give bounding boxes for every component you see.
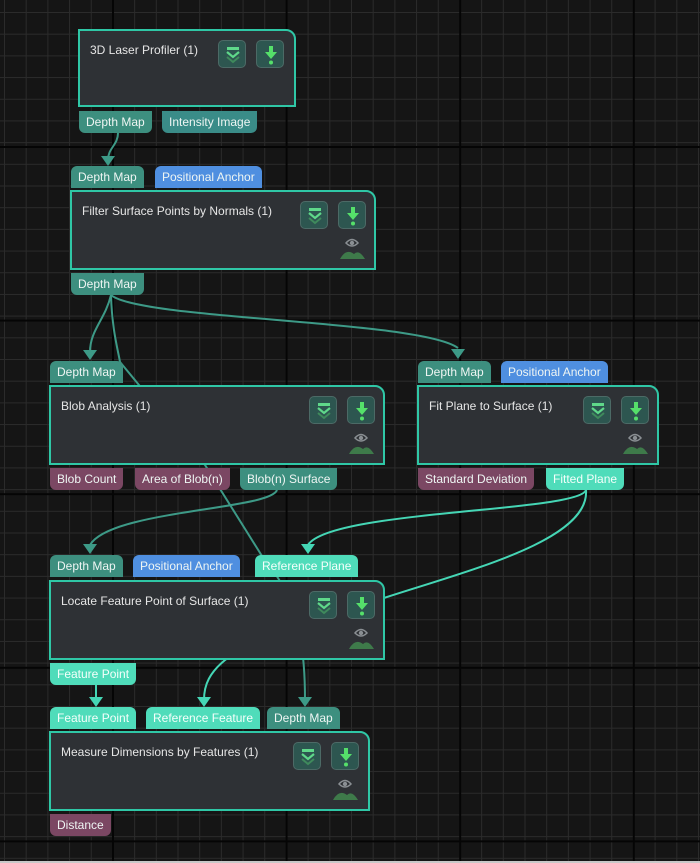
preview-toggle[interactable] (347, 427, 375, 455)
input-port-depth-map[interactable]: Depth Map (71, 166, 144, 188)
node-title: 3D Laser Profiler (1) (90, 43, 199, 57)
node-title: Locate Feature Point of Surface (1) (61, 594, 249, 608)
node-title: Fit Plane to Surface (1) (429, 399, 553, 413)
output-port-distance[interactable]: Distance (50, 814, 111, 836)
preview-toggle[interactable] (621, 427, 649, 455)
chevrons-down-icon (317, 598, 331, 615)
node-title: Blob Analysis (1) (61, 399, 151, 413)
output-port-intensity-image[interactable]: Intensity Image (162, 111, 258, 133)
run-button[interactable] (338, 201, 366, 229)
input-port-depth-map[interactable]: Depth Map (50, 361, 123, 383)
input-port-positional-anchor[interactable]: Positional Anchor (501, 361, 608, 383)
eye-image-preview-icon (349, 433, 374, 454)
node-title: Filter Surface Points by Normals (1) (82, 204, 273, 218)
run-button[interactable] (331, 742, 359, 770)
output-port-blob-count[interactable]: Blob Count (50, 468, 124, 490)
node-filter-surface-points[interactable]: Filter Surface Points by Normals (1) (70, 190, 376, 270)
run-button[interactable] (347, 396, 375, 424)
download-arrow-icon (340, 748, 352, 767)
collapse-button[interactable] (300, 201, 328, 229)
node-blob-analysis[interactable]: Blob Analysis (1) (49, 385, 385, 465)
input-port-depth-map[interactable]: Depth Map (418, 361, 491, 383)
chevrons-down-icon (226, 47, 240, 64)
run-button[interactable] (621, 396, 649, 424)
input-port-depth-map[interactable]: Depth Map (267, 707, 340, 729)
collapse-button[interactable] (218, 40, 246, 68)
node-measure-dimensions[interactable]: Measure Dimensions by Features (1) (49, 731, 370, 811)
input-port-positional-anchor[interactable]: Positional Anchor (133, 555, 240, 577)
output-port-area-of-blob[interactable]: Area of Blob(n) (135, 468, 230, 490)
download-arrow-icon (630, 402, 642, 421)
run-button[interactable] (256, 40, 284, 68)
chevrons-down-icon (301, 749, 315, 766)
eye-image-preview-icon (340, 238, 365, 259)
download-arrow-icon (347, 207, 359, 226)
node-locate-feature-point[interactable]: Locate Feature Point of Surface (1) (49, 580, 385, 660)
input-port-reference-plane[interactable]: Reference Plane (255, 555, 359, 577)
output-port-standard-deviation[interactable]: Standard Deviation (418, 468, 535, 490)
output-port-fitted-plane[interactable]: Fitted Plane (546, 468, 625, 490)
chevrons-down-icon (591, 403, 605, 420)
preview-toggle[interactable] (331, 773, 359, 801)
eye-image-preview-icon (623, 433, 648, 454)
output-port-depth-map[interactable]: Depth Map (79, 111, 152, 133)
output-port-blob-surface[interactable]: Blob(n) Surface (240, 468, 338, 490)
chevrons-down-icon (317, 403, 331, 420)
preview-toggle[interactable] (338, 232, 366, 260)
collapse-button[interactable] (309, 396, 337, 424)
output-port-feature-point[interactable]: Feature Point (50, 663, 137, 685)
input-port-feature-point[interactable]: Feature Point (50, 707, 137, 729)
download-arrow-icon (265, 46, 277, 65)
node-title: Measure Dimensions by Features (1) (61, 745, 259, 759)
chevrons-down-icon (308, 208, 322, 225)
run-button[interactable] (347, 591, 375, 619)
preview-toggle[interactable] (347, 622, 375, 650)
download-arrow-icon (356, 597, 368, 616)
collapse-button[interactable] (293, 742, 321, 770)
output-port-depth-map[interactable]: Depth Map (71, 273, 144, 295)
eye-image-preview-icon (349, 628, 374, 649)
collapse-button[interactable] (583, 396, 611, 424)
eye-image-preview-icon (333, 779, 358, 800)
node-3d-laser-profiler[interactable]: 3D Laser Profiler (1) (78, 29, 296, 107)
input-port-reference-feature[interactable]: Reference Feature (146, 707, 261, 729)
input-port-depth-map[interactable]: Depth Map (50, 555, 123, 577)
input-port-positional-anchor[interactable]: Positional Anchor (155, 166, 262, 188)
download-arrow-icon (356, 402, 368, 421)
collapse-button[interactable] (309, 591, 337, 619)
node-fit-plane-to-surface[interactable]: Fit Plane to Surface (1) (417, 385, 659, 465)
